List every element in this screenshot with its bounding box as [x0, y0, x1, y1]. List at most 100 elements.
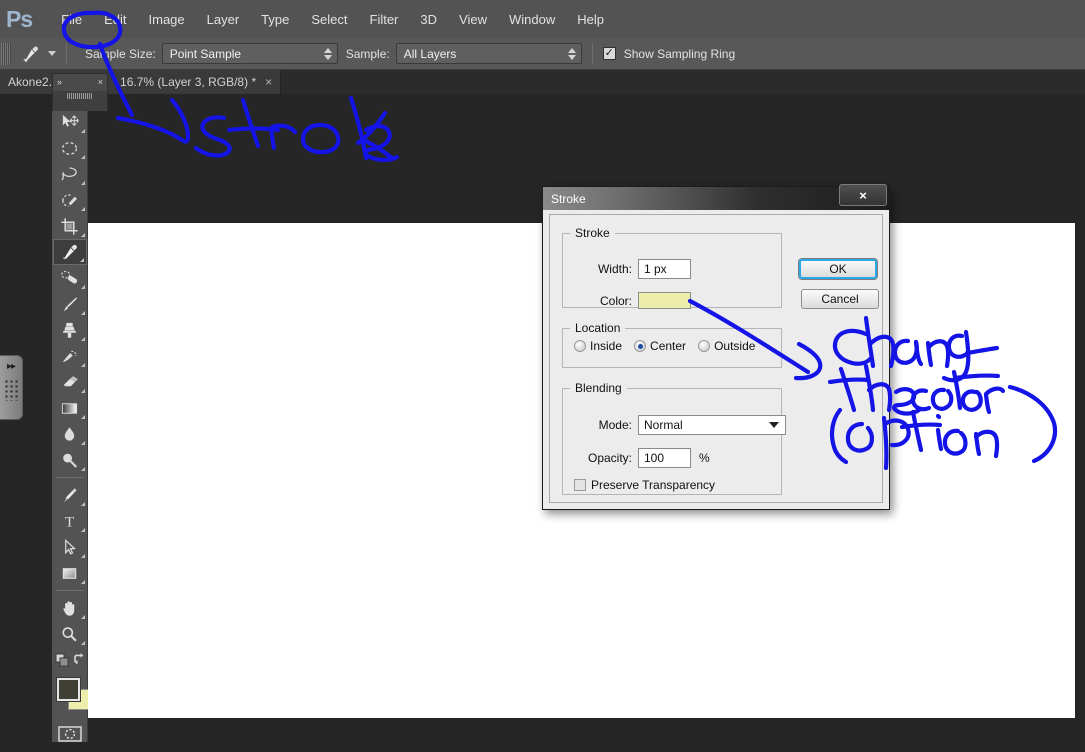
rectangle-tool[interactable] — [53, 560, 87, 586]
panel-grip-icon[interactable] — [67, 93, 93, 99]
floating-panel-titlebar: » × — [53, 74, 107, 91]
eyedropper-tool[interactable] — [52, 239, 87, 265]
dodge-tool[interactable] — [53, 447, 87, 473]
stroke-letter-e — [362, 124, 400, 162]
menu-type[interactable]: Type — [250, 8, 300, 31]
tool-flyout-icon[interactable] — [80, 411, 85, 419]
menu-edit[interactable]: Edit — [93, 8, 137, 31]
tool-flyout-icon[interactable] — [80, 307, 85, 315]
eraser-tool[interactable] — [53, 369, 87, 395]
cancel-button[interactable]: Cancel — [801, 289, 879, 309]
menu-image[interactable]: Image — [138, 8, 196, 31]
close-icon[interactable]: × — [839, 184, 887, 206]
tool-flyout-icon[interactable] — [80, 385, 85, 393]
radio-outside-icon[interactable] — [698, 340, 711, 352]
preserve-transparency-label: Preserve Transparency — [591, 478, 716, 492]
floating-collapsed-panel[interactable]: » × — [52, 73, 108, 111]
expand-panel-icon[interactable]: ▸▸ — [7, 362, 16, 372]
lasso-tool[interactable] — [53, 161, 87, 187]
tool-flyout-icon[interactable] — [79, 254, 84, 262]
healing-brush-tool[interactable] — [53, 265, 87, 291]
tool-flyout-icon[interactable] — [80, 229, 85, 237]
menu-view[interactable]: View — [448, 8, 498, 31]
close-icon[interactable]: × — [265, 75, 272, 89]
sample-size-select[interactable]: Point Sample — [161, 43, 338, 64]
tool-flyout-icon[interactable] — [80, 498, 85, 506]
menu-select[interactable]: Select — [300, 8, 358, 31]
expand-panel-icon[interactable]: » — [57, 78, 62, 87]
move-tool[interactable] — [53, 109, 87, 135]
hand-tool[interactable] — [53, 595, 87, 621]
menu-help[interactable]: Help — [566, 8, 615, 31]
blur-tool[interactable] — [53, 421, 87, 447]
sample-size-label: Sample Size: — [85, 46, 156, 61]
blend-mode-select[interactable]: Normal — [638, 415, 786, 435]
width-value: 1 px — [644, 262, 667, 276]
location-option-center[interactable]: Center — [634, 339, 686, 353]
tool-flyout-icon[interactable] — [80, 125, 85, 133]
opacity-row: Opacity: 100 % — [572, 448, 710, 468]
tool-flyout-icon[interactable] — [80, 203, 85, 211]
options-bar: Sample Size: Point Sample Sample: All La… — [0, 38, 1085, 70]
stroke-color-swatch[interactable] — [638, 292, 691, 309]
foreground-color-swatch[interactable] — [56, 677, 81, 702]
menu-3d[interactable]: 3D — [409, 8, 448, 31]
tool-flyout-icon[interactable] — [80, 463, 85, 471]
eyedropper-icon[interactable] — [16, 41, 44, 67]
sample-spinner-icon[interactable] — [567, 47, 576, 60]
width-input[interactable]: 1 px — [638, 259, 691, 279]
opacity-input[interactable]: 100 — [638, 448, 691, 468]
document-tab-name-prefix: Akone2. — [8, 75, 53, 89]
crop-tool[interactable] — [53, 213, 87, 239]
brush-tool[interactable] — [53, 291, 87, 317]
menu-filter[interactable]: Filter — [359, 8, 410, 31]
quick-mask-toggle[interactable] — [53, 721, 87, 747]
chevron-down-icon[interactable] — [769, 422, 779, 428]
type-tool[interactable]: T — [53, 508, 87, 534]
tool-flyout-icon[interactable] — [80, 611, 85, 619]
menu-layer[interactable]: Layer — [196, 8, 251, 31]
gradient-tool[interactable] — [53, 395, 87, 421]
elliptical-marquee-tool[interactable] — [53, 135, 87, 161]
blend-mode-value: Normal — [644, 418, 683, 432]
close-icon[interactable]: × — [98, 78, 103, 87]
photoshop-window: Ps File Edit Image Layer Type Select Fil… — [0, 0, 1085, 752]
preserve-transparency-row[interactable]: Preserve Transparency — [574, 478, 715, 492]
history-brush-tool[interactable] — [53, 343, 87, 369]
document-tab[interactable]: Akone2. 16.7% (Layer 3, RGB/8) * × — [0, 70, 282, 94]
stroke-letter-o — [300, 122, 341, 155]
sample-size-spinner-icon[interactable] — [323, 47, 332, 60]
menu-file[interactable]: File — [50, 8, 93, 31]
radio-inside-icon[interactable] — [574, 340, 586, 352]
tool-preset-caret-icon[interactable] — [48, 51, 56, 56]
menu-window[interactable]: Window — [498, 8, 566, 31]
tool-flyout-icon[interactable] — [80, 550, 85, 558]
tool-flyout-icon[interactable] — [80, 437, 85, 445]
dialog-title: Stroke — [551, 191, 586, 206]
tool-flyout-icon[interactable] — [80, 637, 85, 645]
tool-flyout-icon[interactable] — [80, 151, 85, 159]
options-divider-1 — [66, 42, 67, 65]
quick-selection-tool[interactable] — [53, 187, 87, 213]
options-bar-grip[interactable] — [1, 42, 11, 65]
clone-stamp-tool[interactable] — [53, 317, 87, 343]
dialog-titlebar[interactable]: Stroke × — [543, 184, 889, 210]
pen-tool[interactable] — [53, 482, 87, 508]
radio-center-icon[interactable] — [634, 340, 647, 352]
preserve-transparency-checkbox[interactable] — [574, 479, 586, 491]
tool-flyout-icon[interactable] — [80, 177, 85, 185]
location-option-inside[interactable]: Inside — [574, 339, 622, 353]
zoom-tool[interactable] — [53, 621, 87, 647]
tool-flyout-icon[interactable] — [80, 281, 85, 289]
tool-flyout-icon[interactable] — [80, 524, 85, 532]
stroke-letter-k-arm1 — [355, 110, 388, 146]
path-selection-tool[interactable] — [53, 534, 87, 560]
sample-select[interactable]: All Layers — [395, 43, 582, 64]
tool-flyout-icon[interactable] — [80, 359, 85, 367]
tool-flyout-icon[interactable] — [80, 333, 85, 341]
collapsed-panel-flyout[interactable]: ▸▸ — [0, 355, 23, 420]
show-sampling-ring-checkbox[interactable]: ✓ — [602, 47, 616, 60]
location-option-outside[interactable]: Outside — [698, 339, 755, 353]
ok-button[interactable]: OK — [799, 259, 877, 279]
tool-flyout-icon[interactable] — [80, 576, 85, 584]
